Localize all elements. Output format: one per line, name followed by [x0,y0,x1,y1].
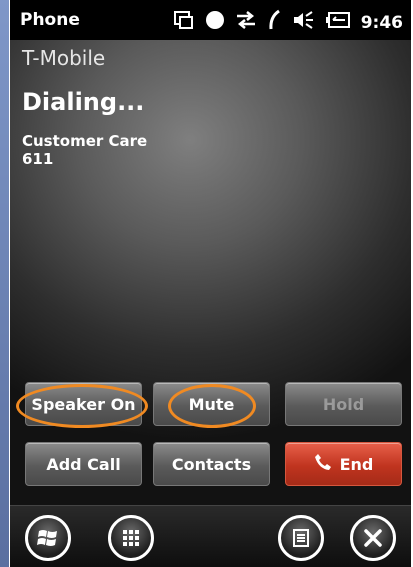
contacts-button[interactable]: Contacts [153,442,270,486]
call-screen: Phone 9:46 T-Mobile Dialing... Customer … [10,0,411,567]
clock: 9:46 [360,12,403,33]
call-state: Dialing... [22,88,145,116]
data-arrows-icon [235,10,257,35]
contact-info: Customer Care 611 [22,132,147,168]
contacts-label: Contacts [171,454,252,474]
windows-start-icon[interactable] [25,515,71,561]
presence-dot-icon [205,10,225,35]
phone-frame: Phone 9:46 T-Mobile Dialing... Customer … [0,0,413,567]
status-bar: Phone 9:46 [10,0,411,40]
battery-icon [325,11,351,34]
speaker-on-button[interactable]: Speaker On [25,382,142,426]
sync-icon [173,9,195,36]
left-edge-bar [0,0,9,567]
taskbar [10,505,411,567]
phone-number: 611 [22,150,54,168]
app-title: Phone [20,10,80,30]
phone-handset-icon [314,453,332,476]
mute-label: Mute [188,394,235,414]
volume-icon [291,10,315,35]
end-call-button[interactable]: End [285,442,402,486]
menu-icon[interactable] [278,515,324,561]
mute-button[interactable]: Mute [153,382,270,426]
apps-grid-icon[interactable] [108,515,154,561]
contact-name: Customer Care [22,132,148,150]
close-icon[interactable] [350,515,396,561]
status-icons: 9:46 [173,9,403,36]
speaker-on-label: Speaker On [31,394,136,414]
hold-label: Hold [322,394,365,414]
carrier-name: T-Mobile [22,46,106,70]
call-icon [267,9,281,36]
end-label: End [339,454,374,474]
add-call-label: Add Call [46,454,121,474]
add-call-button[interactable]: Add Call [25,442,142,486]
hold-button[interactable]: Hold [285,382,402,426]
